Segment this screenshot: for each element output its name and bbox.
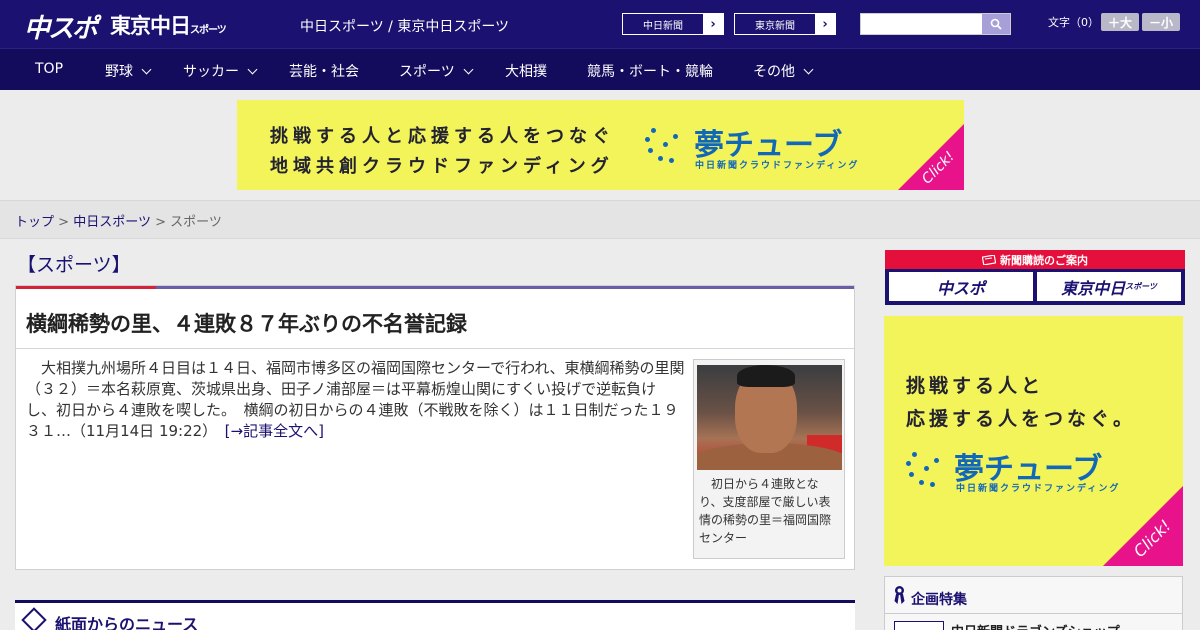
- yume-tube-subtitle: 中日新聞クラウドファンディング: [695, 161, 860, 171]
- breadcrumb-chunichi-sports-link[interactable]: 中日スポーツ: [73, 215, 151, 230]
- tokyo-logo-small: スポーツ: [190, 25, 227, 36]
- chevron-down-icon: [463, 64, 474, 74]
- chuspo-logo[interactable]: 中スポ: [24, 8, 98, 45]
- nav-label: サッカー: [183, 64, 239, 80]
- nav-label: 野球: [105, 64, 133, 80]
- nav-label: 大相撲: [505, 64, 547, 80]
- chevron-down-icon: [247, 64, 258, 74]
- nav-label: その他: [753, 64, 795, 80]
- nav-label: TOP: [35, 61, 64, 77]
- subscription-header: 新聞購読のご案内: [885, 250, 1185, 269]
- breadcrumb-separator: >: [155, 215, 166, 230]
- nav-label: 競馬・ボート・競輪: [587, 64, 713, 80]
- nav-item-other[interactable]: その他: [753, 61, 814, 81]
- feature-box: 企画特集 中日新聞ドラゴンズショップ: [884, 576, 1183, 630]
- tokyo-logo-main: 東京中日: [110, 14, 191, 38]
- newspaper-icon: [982, 254, 996, 265]
- article-top-border: [16, 286, 854, 289]
- search-button[interactable]: [982, 14, 1010, 34]
- main-nav: TOP 野球 サッカー 芸能・社会 スポーツ 大相撲 競馬・ボート・競輪 その他: [0, 48, 1200, 90]
- side-banner-line-1: 挑戦する人と: [906, 375, 1045, 397]
- news-diamond-icon: [21, 607, 47, 630]
- photo-caption: 初日から４連敗となり、支度部屋で厳しい表情の稀勢の里＝福岡国際センター: [699, 477, 832, 545]
- feature-title: 企画特集: [911, 592, 967, 608]
- yume-tube-subtitle: 中日新聞クラウドファンディング: [956, 484, 1121, 494]
- article-summary: 大相撲九州場所４日目は１４日、福岡市博多区の福岡国際センターで行われ、東横綱稀勢…: [26, 358, 686, 442]
- breadcrumb-top-link[interactable]: トップ: [15, 215, 54, 230]
- news-section: 紙面からのニュース: [15, 600, 855, 630]
- font-decrease-button[interactable]: －小: [1142, 13, 1180, 31]
- ribbon-icon: [894, 586, 905, 604]
- font-increase-button[interactable]: ＋大: [1101, 13, 1139, 31]
- chevron-down-icon: [141, 64, 152, 74]
- nav-item-sports[interactable]: スポーツ: [399, 61, 474, 81]
- search-icon: [990, 18, 1002, 30]
- subscribe-chuspo-button[interactable]: 中スポ: [889, 272, 1033, 301]
- breadcrumb-bar: トップ > 中日スポーツ > スポーツ: [0, 200, 1200, 239]
- crowdfunding-banner-side[interactable]: 挑戦する人と 応援する人をつなぐ。 夢チューブ 中日新聞クラウドファンディング …: [884, 316, 1183, 566]
- divider: [885, 613, 1182, 614]
- site-title: 中日スポーツ / 東京中日スポーツ: [300, 19, 510, 35]
- font-size-label: 文字（0）: [1048, 16, 1099, 29]
- article-photo-box: 初日から４連敗となり、支度部屋で厳しい表情の稀勢の里＝福岡国際センター: [693, 359, 845, 559]
- nav-item-soccer[interactable]: サッカー: [183, 61, 258, 81]
- feature-thumbnail[interactable]: [894, 621, 944, 630]
- nav-item-top[interactable]: TOP: [35, 61, 63, 77]
- chevron-right-icon: ›: [703, 14, 723, 34]
- article-card: 横綱稀勢の里、４連敗８７年ぶりの不名誉記録 大相撲九州場所４日目は１４日、福岡市…: [15, 285, 855, 570]
- news-section-title: 紙面からのニュース: [55, 615, 199, 630]
- nav-item-baseball[interactable]: 野球: [105, 61, 152, 81]
- breadcrumb: トップ > 中日スポーツ > スポーツ: [15, 211, 222, 230]
- search-input[interactable]: [860, 13, 1011, 35]
- section-heading: 【スポーツ】: [17, 254, 131, 276]
- nav-item-sumo[interactable]: 大相撲: [505, 61, 547, 81]
- breadcrumb-separator: >: [58, 215, 70, 230]
- tokyo-shimbun-link[interactable]: 東京新聞 ›: [734, 13, 836, 35]
- divider: [16, 348, 854, 349]
- chunichi-shimbun-link[interactable]: 中日新聞 ›: [622, 13, 724, 35]
- feature-item-link[interactable]: 中日新聞ドラゴンズショップ: [951, 621, 1120, 630]
- top-bar: 中スポ 東京中日スポーツ 中日スポーツ / 東京中日スポーツ 中日新聞 › 東京…: [0, 0, 1200, 48]
- nav-label: スポーツ: [399, 64, 455, 80]
- subscribe-tokyo-chunichi-button[interactable]: 東京中日 スポーツ: [1037, 272, 1181, 301]
- read-more-link[interactable]: [→記事全文へ]: [225, 422, 324, 440]
- subscribe-tokyo-label: 東京中日: [1061, 278, 1126, 298]
- chevron-down-icon: [803, 64, 814, 74]
- nav-label: 芸能・社会: [289, 64, 359, 80]
- article-photo[interactable]: [697, 365, 842, 470]
- chevron-right-icon: ›: [815, 14, 835, 34]
- nav-item-racing[interactable]: 競馬・ボート・競輪: [587, 61, 713, 81]
- tokyo-chunichi-logo[interactable]: 東京中日スポーツ: [110, 10, 227, 40]
- article-title[interactable]: 横綱稀勢の里、４連敗８７年ぶりの不名誉記録: [26, 308, 467, 338]
- article-body-text: 大相撲九州場所４日目は１４日、福岡市博多区の福岡国際センターで行われ、東横綱稀勢…: [26, 359, 685, 440]
- subscribe-tokyo-small: スポーツ: [1125, 282, 1157, 291]
- chunichi-shimbun-label: 中日新聞: [643, 20, 683, 32]
- subscription-box: 新聞購読のご案内 中スポ 東京中日 スポーツ: [885, 250, 1185, 305]
- side-banner-line-2: 応援する人をつなぐ。: [906, 408, 1137, 430]
- tokyo-shimbun-label: 東京新聞: [755, 20, 795, 32]
- breadcrumb-current: スポーツ: [170, 215, 222, 230]
- nav-item-entertainment[interactable]: 芸能・社会: [289, 61, 359, 81]
- banner-line-1: 挑戦する人と応援する人をつなぐ: [270, 126, 615, 147]
- subscription-header-label: 新聞購読のご案内: [1000, 253, 1088, 267]
- crowdfunding-banner-top[interactable]: 挑戦する人と応援する人をつなぐ 地域共創クラウドファンディング 夢チューブ 中日…: [237, 100, 964, 190]
- banner-line-2: 地域共創クラウドファンディング: [270, 156, 614, 177]
